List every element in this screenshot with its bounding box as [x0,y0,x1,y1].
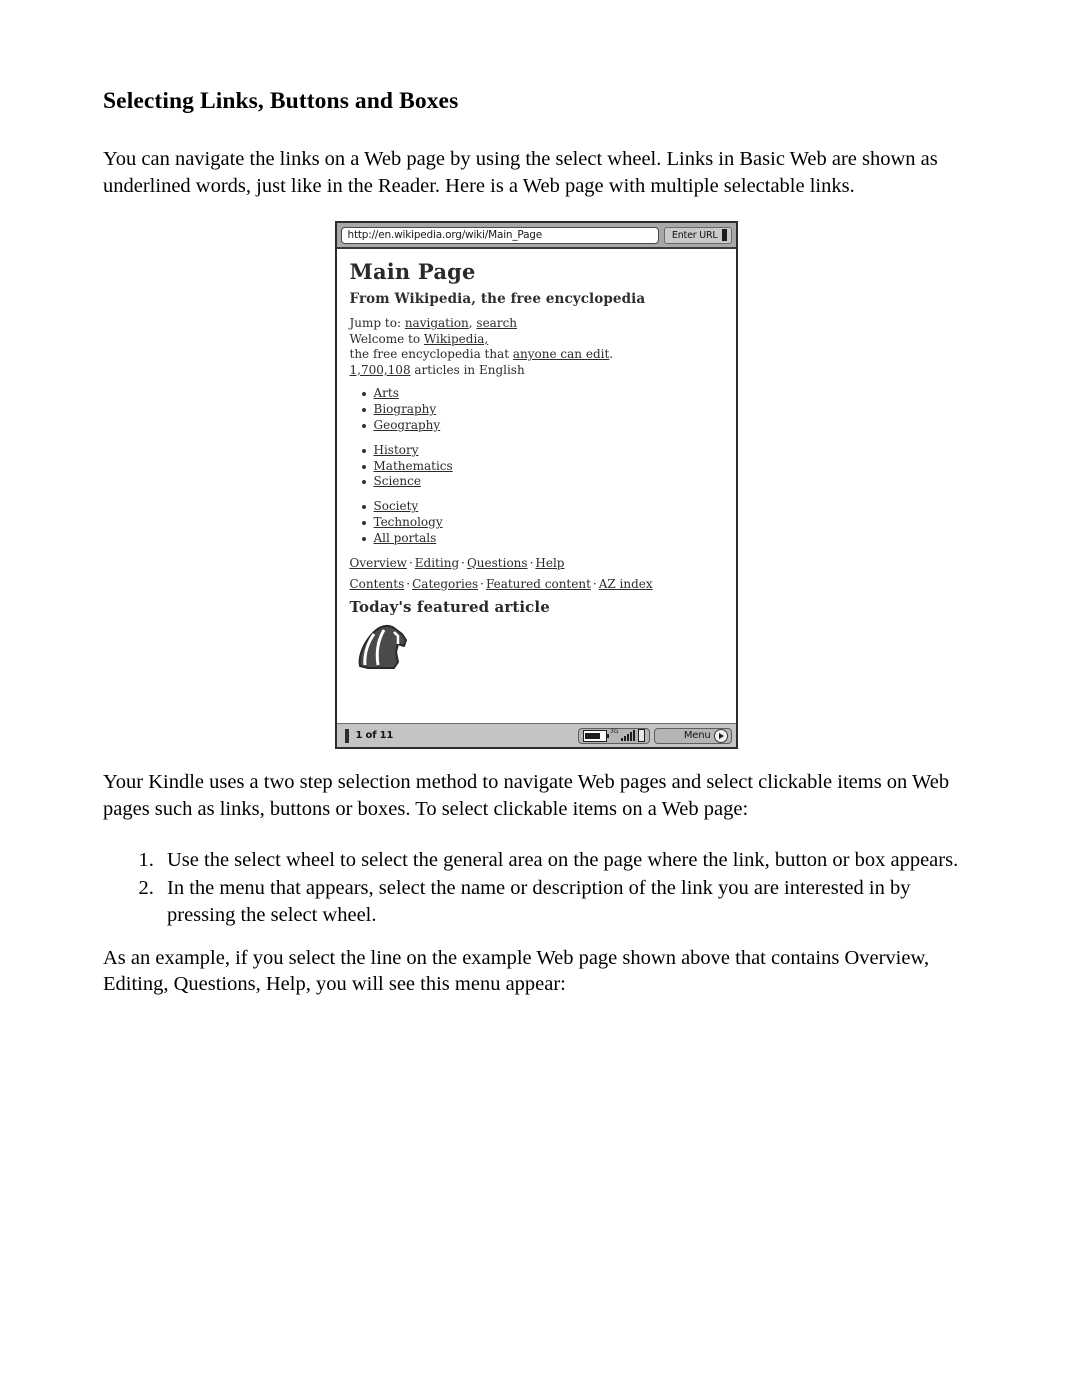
link-overview[interactable]: Overview [350,556,407,570]
link-all-portals[interactable]: All portals [374,531,437,545]
enter-url-label: Enter URL [671,229,718,241]
list-item[interactable]: Geography [361,418,724,434]
jump-to-label: Jump to: [349,316,405,331]
link-search[interactable]: search [476,316,517,330]
page-title: Selecting Links, Buttons and Boxes [103,88,459,114]
list-item[interactable]: Society [361,499,724,515]
closing-paragraph: As an example, if you select the line on… [103,946,930,996]
signal-strength-icon [620,730,635,742]
link-history[interactable]: History [374,443,419,457]
browser-toolbar: http://en.wikipedia.org/wiki/Main_Page E… [336,223,736,250]
document-page: Selecting Links, Buttons and Boxes You c… [0,0,1080,1397]
nav-separator: · [406,576,411,591]
welcome-label: Welcome to [349,331,424,346]
featured-article-heading: Today's featured article [349,597,550,616]
list-item: In the menu that appears, select the nam… [159,875,969,928]
list-item[interactable]: History [361,443,724,459]
selection-steps-list: Use the select wheel to select the gener… [103,847,969,929]
enter-url-button[interactable]: Enter URL [663,226,732,244]
network-type-label: 3G [610,727,619,735]
link-anyone-can-edit[interactable]: anyone can edit [513,347,609,361]
list-item[interactable]: Science [361,474,724,490]
cursor-block-icon [721,229,727,242]
link-article-count[interactable]: 1,700,108 [350,363,411,377]
chevron-right-icon [713,728,728,743]
link-help[interactable]: Help [535,556,564,570]
list-item[interactable]: Arts [361,386,724,402]
url-input[interactable]: http://en.wikipedia.org/wiki/Main_Page [340,226,659,244]
tagline-suffix: . [609,347,614,362]
link-biography[interactable]: Biography [374,402,437,416]
welcome-line: Welcome to Wikipedia, [350,332,724,347]
list-item[interactable]: Technology [361,515,724,531]
tagline-prefix: the free encyclopedia that [349,347,513,362]
status-indicators: 3G Menu [578,727,732,744]
portal-group-3: Society Technology All portals [350,499,724,546]
link-editing[interactable]: Editing [415,556,459,570]
list-item[interactable]: Mathematics [361,459,724,475]
link-society[interactable]: Society [374,499,419,513]
portal-group-2: History Mathematics Science [350,443,724,490]
link-geography[interactable]: Geography [374,418,441,432]
battery-fill [585,732,601,739]
nav-line-contents-categories: Contents · Categories · Featured content · AZ … [350,577,724,591]
portal-group-1: Arts Biography Geography [350,386,724,433]
url-text: http://en.wikipedia.org/wiki/Main_Page [347,229,543,242]
link-categories[interactable]: Categories [412,577,478,591]
link-mathematics[interactable]: Mathematics [374,459,453,473]
progress-bar-icon [344,728,349,743]
link-arts[interactable]: Arts [374,386,399,400]
link-wikipedia[interactable]: Wikipedia, [424,332,488,346]
kindle-device-screen: http://en.wikipedia.org/wiki/Main_Page E… [334,221,738,750]
battery-signal-pill: 3G [578,727,650,744]
kindle-screenshot-figure: http://en.wikipedia.org/wiki/Main_Page E… [103,221,969,750]
list-item[interactable]: Biography [361,402,724,418]
nav-separator: · [480,576,484,591]
wiki-page-title: Main Page [349,259,476,285]
wiki-page-subtitle: From Wikipedia, the free encyclopedia [349,291,646,308]
link-navigation[interactable]: navigation [405,316,469,330]
page-position-label: 1 of 11 [355,730,394,742]
document-content: Selecting Links, Buttons and Boxes You c… [103,88,969,1008]
closing-paragraph-block: As an example, if you select the line on… [103,945,969,998]
device-status-bar: 1 of 11 3G Menu [336,723,736,748]
page-position-indicator: 1 of 11 [341,728,579,743]
wireless-indicator-icon [637,729,645,743]
link-az-index[interactable]: AZ index [599,577,653,591]
menu-button[interactable]: Menu [653,727,732,744]
step-text: Use the select wheel to select the gener… [167,848,959,871]
nav-separator: · [408,555,413,570]
intro-paragraph-block: You can navigate the links on a Web page… [103,146,969,199]
menu-button-label: Menu [683,730,711,742]
link-science[interactable]: Science [374,474,421,488]
list-item: Use the select wheel to select the gener… [159,847,969,874]
list-item[interactable]: All portals [361,531,724,547]
article-count-line: 1,700,108 articles in English [350,363,724,378]
battery-icon [583,729,610,742]
link-questions[interactable]: Questions [467,556,528,570]
after-figure-paragraph-block: Your Kindle uses a two step selection me… [103,769,969,822]
web-page-content: Main Page From Wikipedia, the free encyc… [336,249,736,724]
jump-to-line: Jump to: navigation, search [350,316,724,331]
link-technology[interactable]: Technology [374,515,443,529]
link-contents[interactable]: Contents [350,577,405,591]
link-featured-content[interactable]: Featured content [486,577,591,591]
nav-separator: · [592,576,597,591]
wiki-intro-lines: Jump to: navigation, search Welcome to W… [350,316,724,378]
tagline-line: the free encyclopedia that anyone can ed… [350,347,724,362]
nav-line-overview-editing: Overview · Editing · Questions · Help [350,556,724,570]
nav-separator: · [461,555,465,570]
after-figure-paragraph: Your Kindle uses a two step selection me… [103,771,950,820]
featured-article-thumbnail-icon [358,624,407,669]
step-text: In the menu that appears, select the nam… [167,877,911,926]
intro-paragraph: You can navigate the links on a Web page… [103,148,938,197]
article-count-suffix: articles in English [410,362,525,377]
